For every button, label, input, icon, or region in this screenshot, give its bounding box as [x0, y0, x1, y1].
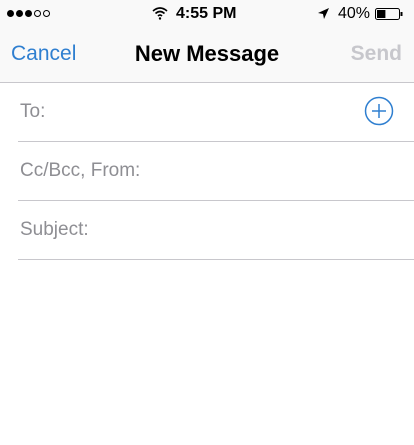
plus-circle-icon[interactable] — [364, 96, 394, 126]
subject-field-row[interactable]: Subject: — [18, 201, 414, 260]
battery-icon — [375, 8, 403, 20]
navigation-bar: Cancel New Message Send — [0, 28, 414, 83]
signal-dot — [34, 10, 41, 17]
signal-dot — [16, 10, 23, 17]
to-field-row[interactable]: To: — [18, 83, 414, 142]
status-time: 4:55 PM — [176, 5, 237, 22]
location-arrow-icon — [318, 8, 329, 19]
signal-strength-icon — [7, 10, 50, 18]
cc-bcc-field-row[interactable]: Cc/Bcc, From: — [18, 142, 414, 201]
signal-dot — [43, 10, 50, 17]
status-bar: 4:55 PM 40% — [0, 0, 414, 28]
to-label: To: — [20, 101, 46, 122]
cc-bcc-label: Cc/Bcc, From: — [20, 160, 141, 181]
battery-percent: 40% — [338, 5, 371, 22]
signal-dot — [25, 10, 32, 17]
wifi-icon — [152, 7, 168, 20]
message-body[interactable] — [0, 260, 414, 445]
subject-field[interactable] — [148, 211, 372, 251]
to-field[interactable] — [148, 93, 372, 133]
signal-dot — [7, 10, 14, 17]
send-button[interactable]: Send — [351, 42, 402, 66]
subject-label: Subject: — [20, 219, 89, 240]
